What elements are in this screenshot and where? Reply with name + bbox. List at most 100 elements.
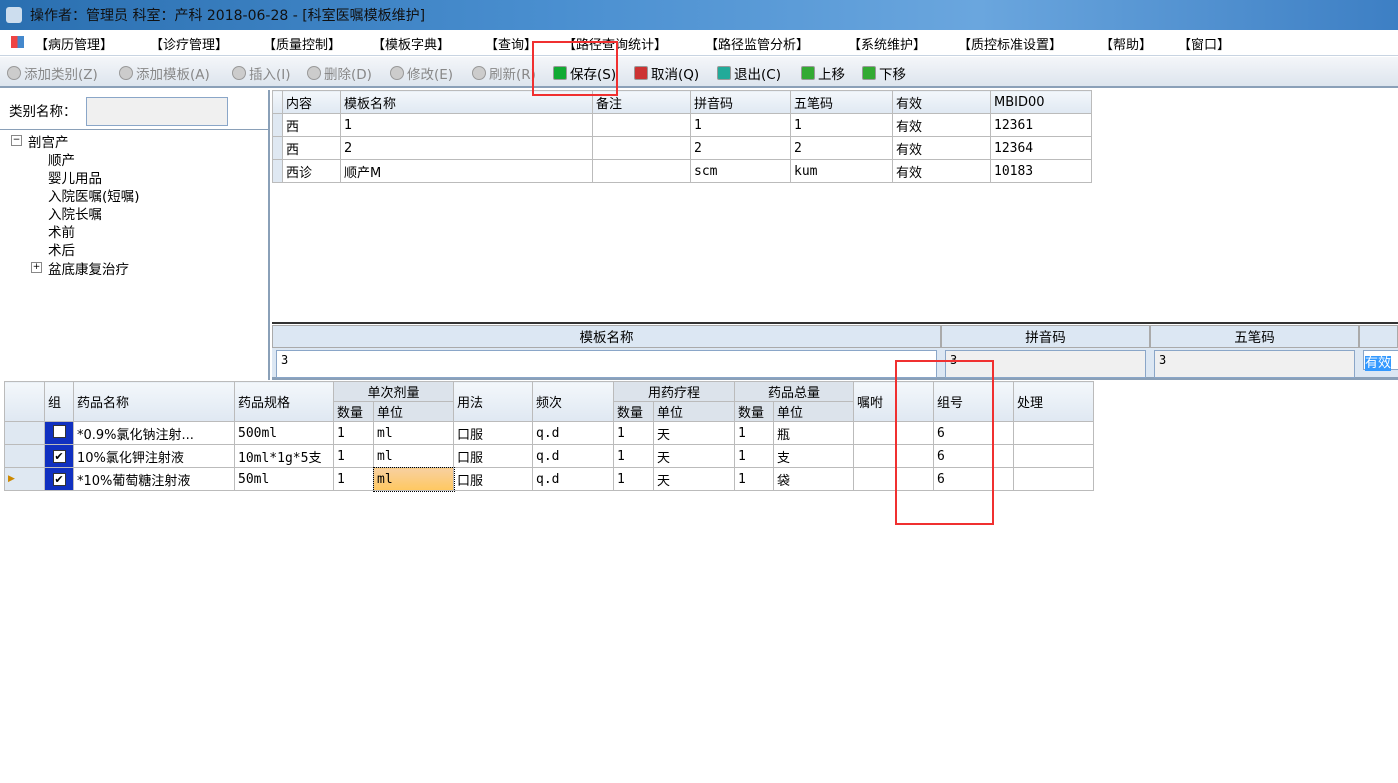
table-cell[interactable]: 2	[690, 136, 791, 160]
column-header[interactable]: 用药疗程	[613, 381, 736, 402]
menu-item-1[interactable]: 【诊疗管理】	[150, 34, 228, 53]
table-cell[interactable]	[592, 113, 691, 137]
toolbar-button-2[interactable]: 插入(I)	[232, 63, 291, 83]
column-header[interactable]: 模板名称	[340, 90, 593, 114]
column-header[interactable]: 药品总量	[734, 381, 855, 402]
column-header[interactable]: 组号	[933, 381, 1015, 422]
drug-cell-tu[interactable]: 支	[773, 444, 855, 468]
template-name-input[interactable]: 3	[276, 350, 937, 378]
drug-cell-name[interactable]: *10%葡萄糖注射液	[73, 467, 235, 491]
table-cell[interactable]: 2	[340, 136, 593, 160]
drug-cell-advice[interactable]	[853, 444, 935, 468]
table-cell[interactable]: 有效	[892, 113, 991, 137]
drug-cell-cq[interactable]: 1	[613, 444, 655, 468]
drug-cell-dq[interactable]: 1	[333, 467, 374, 491]
drug-cell-cu[interactable]: 天	[653, 421, 736, 445]
toolbar-button-7[interactable]: 取消(Q)	[634, 63, 699, 83]
drug-cell-freq[interactable]: q.d	[532, 467, 615, 491]
column-header[interactable]: 拼音码	[690, 90, 791, 114]
toolbar-button-4[interactable]: 修改(E)	[390, 63, 453, 83]
table-row[interactable]: 西 1 1 1 有效 12361	[272, 113, 1092, 137]
column-header[interactable]: 药品规格	[234, 381, 334, 422]
menu-item-9[interactable]: 【帮助】	[1100, 34, 1152, 53]
column-header[interactable]: 备注	[592, 90, 691, 114]
toolbar-button-10[interactable]: 下移	[862, 63, 906, 83]
row-header[interactable]	[4, 421, 45, 445]
table-cell[interactable]: 12361	[990, 113, 1092, 137]
column-header[interactable]: 数量	[734, 401, 775, 422]
drug-cell-name[interactable]: 10%氯化钾注射液	[73, 444, 235, 468]
tree-item[interactable]: 入院医嘱(短嘱)	[48, 185, 140, 205]
tree-item-collapsed[interactable]: 盆底康复治疗	[48, 258, 129, 278]
category-name-input[interactable]	[86, 97, 228, 126]
table-row[interactable]: 西诊 顺产M scm kum 有效 10183	[272, 159, 1092, 183]
drug-cell-du[interactable]: ml	[372, 421, 455, 445]
table-row[interactable]: 西 2 2 2 有效 12364	[272, 136, 1092, 160]
drug-cell-advice[interactable]	[853, 467, 935, 491]
table-cell[interactable]: 2	[790, 136, 893, 160]
drug-cell-spec[interactable]: 10ml*1g*5支	[234, 444, 334, 468]
tree-item[interactable]: 术后	[48, 239, 75, 259]
drug-cell-spec[interactable]: 50ml	[234, 467, 334, 491]
drug-cell-dq[interactable]: 1	[333, 421, 374, 445]
drug-cell-du[interactable]: ml	[372, 466, 455, 492]
table-cell[interactable]: 有效	[892, 159, 991, 183]
drug-cell-groupno[interactable]: 6	[933, 444, 1015, 468]
toolbar-button-9[interactable]: 上移	[801, 63, 845, 83]
table-cell[interactable]: 西	[282, 136, 341, 160]
table-cell[interactable]: 1	[340, 113, 593, 137]
collapse-icon[interactable]: −	[11, 135, 22, 146]
drug-cell-usage[interactable]: 口服	[453, 444, 534, 468]
group-checkbox[interactable]: ✔	[52, 472, 66, 486]
table-cell[interactable]	[592, 159, 691, 183]
drug-cell-cu[interactable]: 天	[653, 444, 736, 468]
toolbar-button-6[interactable]: 保存(S)	[553, 63, 616, 83]
drug-cell-name[interactable]: *0.9%氯化钠注射...	[73, 421, 235, 445]
group-checkbox[interactable]	[52, 424, 66, 438]
table-cell[interactable]	[592, 136, 691, 160]
drug-cell-freq[interactable]: q.d	[532, 421, 615, 445]
column-header[interactable]: 单次剂量	[332, 381, 455, 402]
table-cell[interactable]: 1	[690, 113, 791, 137]
table-cell[interactable]: 有效	[892, 136, 991, 160]
menu-item-3[interactable]: 【模板字典】	[372, 34, 450, 53]
drug-cell-groupno[interactable]: 6	[933, 421, 1015, 445]
drug-cell-handle[interactable]	[1013, 444, 1095, 468]
drug-cell-tu[interactable]: 袋	[773, 467, 855, 491]
drug-cell-tq[interactable]: 1	[734, 467, 775, 491]
column-header[interactable]: 有效	[892, 90, 991, 114]
column-header[interactable]: 用法	[453, 381, 534, 422]
drug-cell-freq[interactable]: q.d	[532, 444, 615, 468]
drug-row[interactable]: *0.9%氯化钠注射... 500ml 1 ml 口服 q.d 1 天 1 瓶 6	[4, 421, 1095, 445]
drug-cell-cu[interactable]: 天	[653, 467, 736, 491]
drug-cell-spec[interactable]: 500ml	[234, 421, 334, 445]
expand-icon[interactable]: +	[31, 262, 42, 273]
menu-item-4[interactable]: 【查询】	[485, 34, 537, 53]
tree-item[interactable]: 婴儿用品	[48, 167, 102, 187]
wubi-input[interactable]: 3	[1154, 350, 1355, 378]
select-all-corner[interactable]	[4, 381, 45, 422]
menu-item-6[interactable]: 【路径监管分析】	[705, 34, 809, 53]
table-cell[interactable]: scm	[690, 159, 791, 183]
toolbar-button-0[interactable]: 添加类别(Z)	[7, 63, 98, 83]
menu-item-2[interactable]: 【质量控制】	[263, 34, 341, 53]
current-row-indicator[interactable]: ▶	[4, 467, 45, 491]
drug-cell-cq[interactable]: 1	[613, 421, 655, 445]
table-cell[interactable]: kum	[790, 159, 893, 183]
column-header[interactable]: 五笔码	[790, 90, 893, 114]
drug-cell-advice[interactable]	[853, 421, 935, 445]
column-header[interactable]: 数量	[333, 401, 374, 422]
drug-row[interactable]: ✔ 10%氯化钾注射液 10ml*1g*5支 1 ml 口服 q.d 1 天 1 支 6	[4, 444, 1095, 468]
drug-row[interactable]: ▶ ✔ *10%葡萄糖注射液 50ml 1 ml 口服 q.d 1 天 1 袋 6	[4, 466, 1095, 492]
drug-cell-tq[interactable]: 1	[734, 444, 775, 468]
table-cell[interactable]: 西诊	[282, 159, 341, 183]
menu-item-0[interactable]: 【病历管理】	[35, 34, 113, 53]
drug-cell-handle[interactable]	[1013, 421, 1095, 445]
drug-cell-du[interactable]: ml	[372, 444, 455, 468]
column-header[interactable]: 单位	[653, 401, 736, 422]
column-header[interactable]: 数量	[613, 401, 655, 422]
drug-cell-cq[interactable]: 1	[613, 467, 655, 491]
toolbar-button-3[interactable]: 删除(D)	[307, 63, 372, 83]
group-checkbox[interactable]: ✔	[52, 449, 66, 463]
column-header[interactable]: 处理	[1013, 381, 1095, 422]
